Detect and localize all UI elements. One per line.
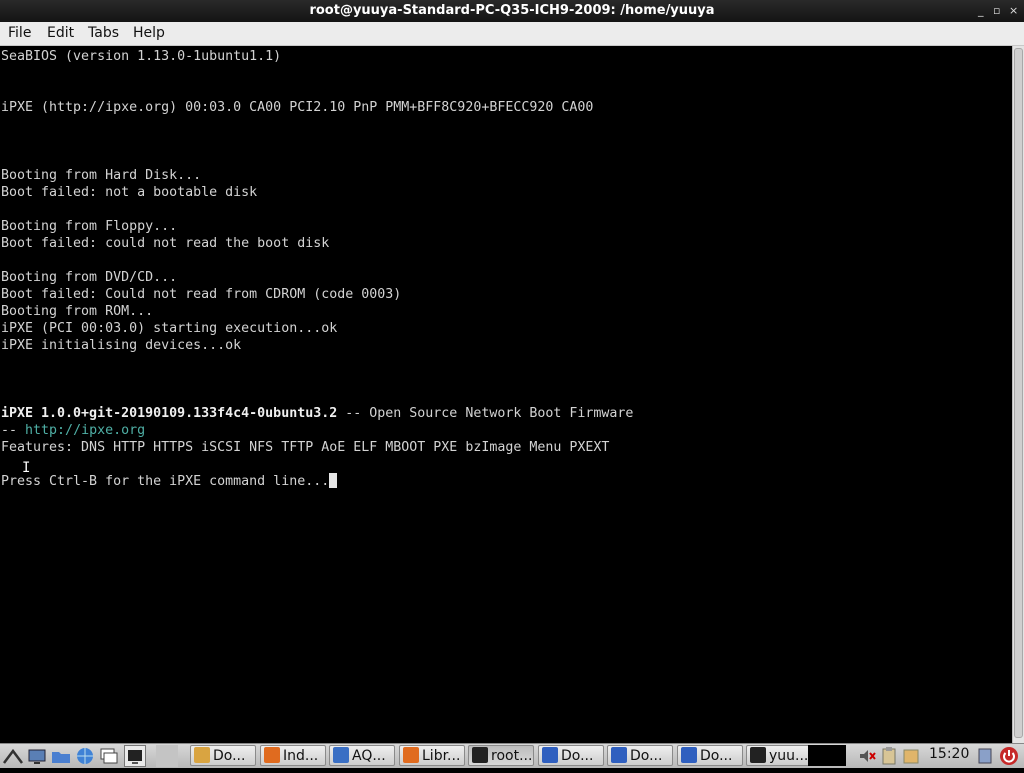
text-cursor xyxy=(329,473,338,488)
taskbar-task-label: Do... xyxy=(630,748,663,764)
taskbar-task-button[interactable]: Ind... xyxy=(260,745,326,766)
terminal-line: iPXE initialising devices...ok xyxy=(1,338,242,353)
mouse-ibeam-cursor: I xyxy=(22,460,31,476)
web-browser-icon[interactable] xyxy=(74,745,96,767)
menu-tabs[interactable]: Tabs xyxy=(88,25,119,41)
terminal-line: Boot failed: could not read the boot dis… xyxy=(1,236,330,251)
terminal-icon xyxy=(750,747,766,763)
taskbar-task-button[interactable]: root... xyxy=(468,745,534,766)
notes-icon[interactable] xyxy=(900,745,922,767)
ipxe-link[interactable]: http://ipxe.org xyxy=(25,423,145,438)
terminal-line: Booting from DVD/CD... xyxy=(1,270,178,285)
taskbar-task-label: root... xyxy=(491,748,533,764)
taskbar-task-button[interactable]: Libr... xyxy=(399,745,465,766)
terminal-line: Booting from Floppy... xyxy=(1,219,178,234)
terminal-output: SeaBIOS (version 1.13.0-1ubuntu1.1) iPXE… xyxy=(1,48,633,490)
minimize-button[interactable]: _ xyxy=(978,0,984,22)
tray-black-area xyxy=(808,745,846,766)
menu-file[interactable]: File xyxy=(8,25,31,41)
taskbar: Do... Ind... AQ... Libr... root... Do... Do...… xyxy=(0,743,1024,768)
terminal-line: iPXE (http://ipxe.org) 00:03.0 CA00 PCI2… xyxy=(1,100,594,115)
terminal-scrollbar[interactable] xyxy=(1012,46,1024,743)
taskbar-task-button[interactable]: Do... xyxy=(677,745,743,766)
taskbar-task-button[interactable]: Do... xyxy=(607,745,673,766)
start-menu-icon[interactable] xyxy=(2,745,24,767)
power-icon[interactable] xyxy=(998,745,1020,767)
taskbar-task-button[interactable]: yuu... xyxy=(746,745,812,766)
features-line: Features: DNS HTTP HTTPS iSCSI NFS TFTP … xyxy=(1,440,610,455)
taskbar-task-button[interactable]: AQ... xyxy=(329,745,395,766)
taskbar-task-button[interactable]: Do... xyxy=(190,745,256,766)
menu-bar: File Edit Tabs Help xyxy=(0,22,1024,46)
taskbar-task-label: AQ... xyxy=(352,748,386,764)
terminal-line: SeaBIOS (version 1.13.0-1ubuntu1.1) xyxy=(1,49,282,64)
terminal-line: iPXE (PCI 00:03.0) starting execution...… xyxy=(1,321,338,336)
browser-icon xyxy=(333,747,349,763)
clipboard-icon[interactable] xyxy=(878,745,900,767)
terminal-line: Booting from ROM... xyxy=(1,304,154,319)
folder-icon xyxy=(194,747,210,763)
ipxe-banner-version: iPXE 1.0.0+git-20190109.133f4c4-0ubuntu3… xyxy=(1,406,338,421)
terminal-icon xyxy=(472,747,488,763)
taskbar-task-label: Do... xyxy=(561,748,594,764)
taskbar-task-label: Libr... xyxy=(422,748,461,764)
document-icon xyxy=(681,747,697,763)
clock[interactable]: 15:20 xyxy=(929,746,969,762)
firefox-icon xyxy=(264,747,280,763)
window-title: root@yuuya-Standard-PC-Q35-ICH9-2009: /h… xyxy=(309,3,715,18)
terminal-launcher-icon[interactable] xyxy=(124,745,146,767)
maximize-button[interactable]: ▫ xyxy=(993,0,1000,22)
show-desktop-icon[interactable] xyxy=(26,745,48,767)
ipxe-banner-description: -- Open Source Network Boot Firmware xyxy=(337,406,634,421)
file-manager-icon[interactable] xyxy=(50,745,72,767)
document-icon xyxy=(611,747,627,763)
terminal-line: Boot failed: Could not read from CDROM (… xyxy=(1,287,402,302)
firefox-icon xyxy=(403,747,419,763)
taskbar-task-button[interactable]: Do... xyxy=(538,745,604,766)
ctrl-b-prompt: Press Ctrl-B for the iPXE command line..… xyxy=(1,474,330,489)
scrollbar-thumb[interactable] xyxy=(1014,48,1023,738)
close-button[interactable]: × xyxy=(1009,0,1018,22)
taskbar-task-label: yuu... xyxy=(769,748,809,764)
terminal-area[interactable]: SeaBIOS (version 1.13.0-1ubuntu1.1) iPXE… xyxy=(0,46,1012,743)
taskbar-task-label: Ind... xyxy=(283,748,319,764)
link-prefix: -- xyxy=(1,423,26,438)
empty-launcher-slot xyxy=(156,745,178,767)
terminal-line: Boot failed: not a bootable disk xyxy=(1,185,258,200)
menu-edit[interactable]: Edit xyxy=(47,25,74,41)
taskbar-task-label: Do... xyxy=(700,748,733,764)
terminal-line: Booting from Hard Disk... xyxy=(1,168,202,183)
volume-muted-icon[interactable] xyxy=(856,745,878,767)
window-list-icon[interactable] xyxy=(98,745,120,767)
taskbar-task-label: Do... xyxy=(213,748,246,764)
boot-log: SeaBIOS (version 1.13.0-1ubuntu1.1) iPXE… xyxy=(1,49,593,353)
menu-help[interactable]: Help xyxy=(133,25,165,41)
document-icon xyxy=(542,747,558,763)
lock-screen-icon[interactable] xyxy=(974,745,996,767)
window-titlebar[interactable]: root@yuuya-Standard-PC-Q35-ICH9-2009: /h… xyxy=(0,0,1024,22)
